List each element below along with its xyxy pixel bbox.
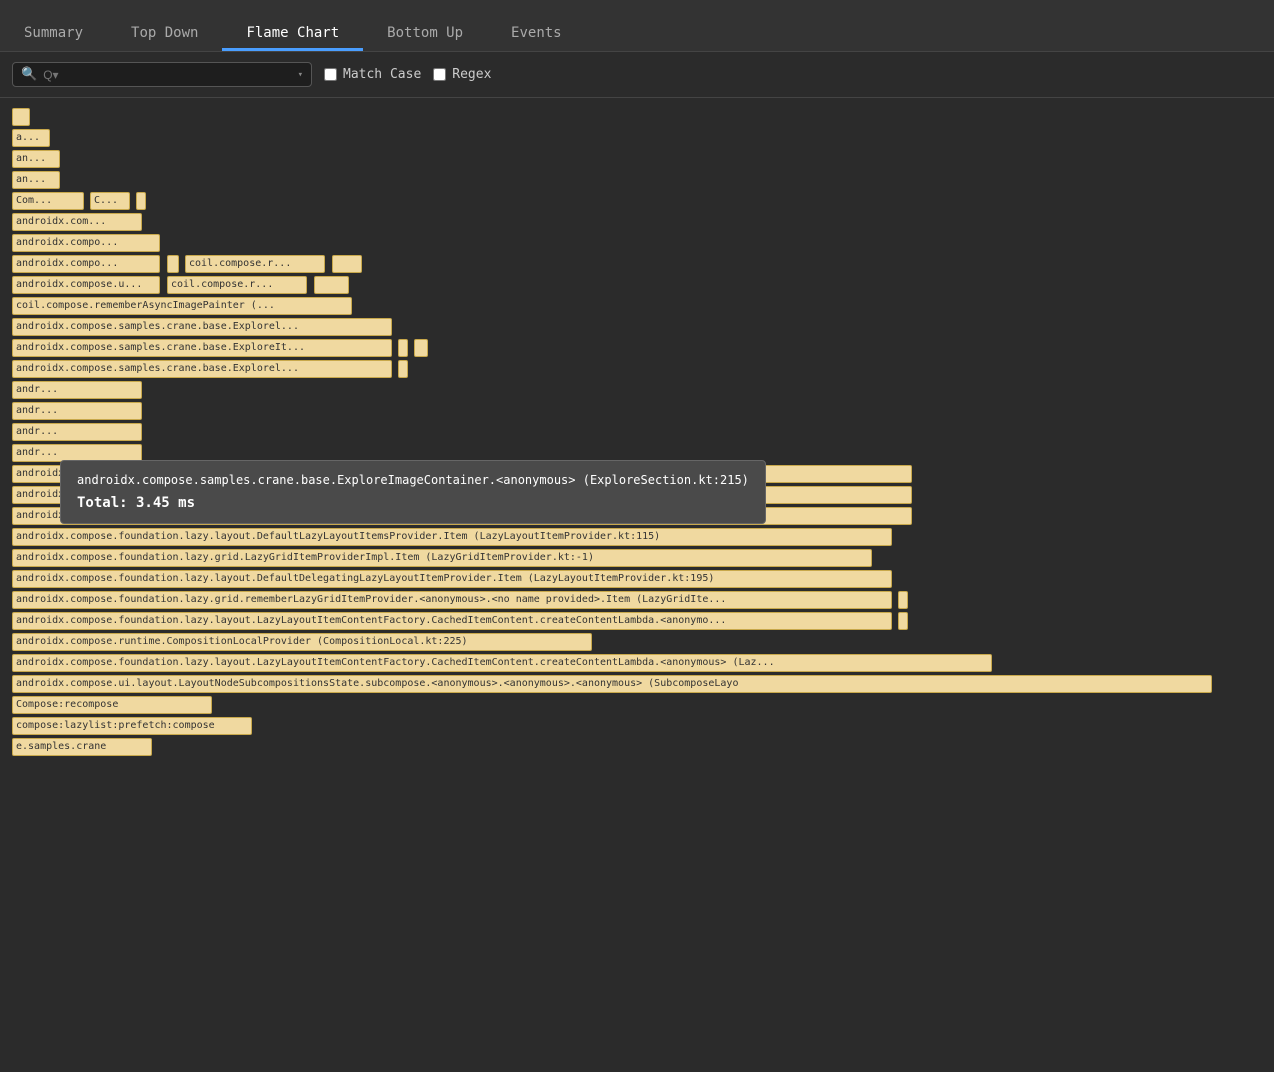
tab-flame-chart[interactable]: Flame Chart [222,0,363,51]
flame-row: androidx.compose.foundation.lazy.layout.… [12,570,1274,590]
flame-row: androidx.compose.ui.layout.LayoutNodeSub… [12,675,1274,695]
flame-bar[interactable]: andr... [12,402,142,420]
flame-bar[interactable]: e.samples.crane [12,738,152,756]
flame-row: Com... C... [12,192,1274,212]
flame-bar[interactable]: Com... [12,192,84,210]
match-case-checkbox[interactable] [324,68,337,81]
flame-bar[interactable] [414,339,428,357]
flame-bar[interactable]: androidx.compose.foundation.lazy.layout.… [12,612,892,630]
flame-chart-area: a... an... an... Com... C... androidx.com... a… [0,98,1274,1066]
flame-bar[interactable] [314,276,349,294]
flame-bar[interactable]: androidx.compose.foundation.lazy.layout.… [12,570,892,588]
flame-bar[interactable]: Compose:recompose [12,696,212,714]
flame-row: androidx.compo... [12,234,1274,254]
search-bar: 🔍 ▾ Match Case Regex [0,52,1274,98]
tab-summary[interactable]: Summary [0,0,107,51]
flame-row: andr... [12,381,1274,401]
flame-bar[interactable]: androidx.compose.runtime.CompositionLoca… [12,633,592,651]
flame-row: androidx.compose.samples.crane.base.Expl… [12,318,1274,338]
tab-bottom-up[interactable]: Bottom Up [363,0,487,51]
flame-bar[interactable]: androidx.compo... [12,255,160,273]
tooltip-total: Total: 3.45 ms [77,495,749,511]
flame-bar[interactable] [12,108,30,126]
flame-bar[interactable]: androidx.compo... [12,234,160,252]
flame-row: androidx.compose.foundation.lazy.grid.La… [12,549,1274,569]
flame-bar[interactable] [136,192,146,210]
flame-row: andr... [12,402,1274,422]
flame-row: androidx.compose.u... coil.compose.r... [12,276,1274,296]
flame-row: androidx.compose.foundation.lazy.grid.re… [12,591,1274,611]
flame-tooltip: androidx.compose.samples.crane.base.Expl… [60,460,766,524]
flame-bar[interactable]: androidx.compose.ui.layout.LayoutNodeSub… [12,675,1212,693]
flame-bar[interactable]: coil.compose.r... [167,276,307,294]
flame-bar[interactable] [898,591,908,609]
search-input[interactable] [43,68,291,82]
flame-bar[interactable]: androidx.compose.u... [12,276,160,294]
regex-checkbox[interactable] [433,68,446,81]
flame-bar[interactable]: coil.compose.rememberAsyncImagePainter (… [12,297,352,315]
flame-row: androidx.compo... coil.compose.r... [12,255,1274,275]
flame-bar[interactable]: andr... [12,423,142,441]
flame-bar[interactable]: androidx.compose.foundation.lazy.grid.La… [12,549,872,567]
flame-bar[interactable] [398,360,408,378]
flame-bar[interactable]: androidx.compose.foundation.lazy.layout.… [12,654,992,672]
search-input-wrapper[interactable]: 🔍 ▾ [12,62,312,87]
flame-bar[interactable]: andr... [12,381,142,399]
tab-top-down[interactable]: Top Down [107,0,222,51]
flame-row: androidx.compose.foundation.lazy.layout.… [12,528,1274,548]
flame-row: androidx.compose.runtime.CompositionLoca… [12,633,1274,653]
regex-group: Regex [433,67,491,82]
flame-bar[interactable] [398,339,408,357]
flame-row [12,108,1274,128]
flame-bar[interactable]: C... [90,192,130,210]
flame-row: androidx.compose.foundation.lazy.layout.… [12,612,1274,632]
flame-row: compose:lazylist:prefetch:compose [12,717,1274,737]
match-case-label[interactable]: Match Case [343,67,421,82]
flame-bar[interactable]: androidx.compose.foundation.lazy.layout.… [12,528,892,546]
flame-bar[interactable] [898,612,908,630]
flame-bar[interactable]: androidx.compose.samples.crane.base.Expl… [12,339,392,357]
flame-row: andr... [12,423,1274,443]
flame-row: a... [12,129,1274,149]
match-case-group: Match Case [324,67,421,82]
flame-row: androidx.compose.samples.crane.base.Expl… [12,339,1274,359]
tooltip-title: androidx.compose.samples.crane.base.Expl… [77,473,749,487]
flame-bar[interactable]: androidx.compose.samples.crane.base.Expl… [12,360,392,378]
search-icon: 🔍 [21,67,37,82]
tab-events[interactable]: Events [487,0,586,51]
flame-bar[interactable]: androidx.compose.samples.crane.base.Expl… [12,318,392,336]
flame-bar[interactable]: an... [12,150,60,168]
search-dropdown-arrow[interactable]: ▾ [298,70,303,80]
flame-row: Compose:recompose [12,696,1274,716]
flame-row: coil.compose.rememberAsyncImagePainter (… [12,297,1274,317]
flame-bar[interactable] [167,255,179,273]
tab-bar: Summary Top Down Flame Chart Bottom Up E… [0,0,1274,52]
regex-label[interactable]: Regex [452,67,491,82]
flame-bar[interactable]: androidx.compose.foundation.lazy.grid.re… [12,591,892,609]
flame-row: androidx.compose.samples.crane.base.Expl… [12,360,1274,380]
flame-bar[interactable]: androidx.com... [12,213,142,231]
flame-bar[interactable]: coil.compose.r... [185,255,325,273]
flame-row: androidx.com... [12,213,1274,233]
flame-row: e.samples.crane [12,738,1274,758]
flame-row: an... [12,150,1274,170]
flame-bar[interactable]: a... [12,129,50,147]
flame-bar[interactable] [332,255,362,273]
flame-row: androidx.compose.foundation.lazy.layout.… [12,654,1274,674]
flame-bar[interactable]: compose:lazylist:prefetch:compose [12,717,252,735]
flame-bar[interactable]: an... [12,171,60,189]
flame-row: an... [12,171,1274,191]
